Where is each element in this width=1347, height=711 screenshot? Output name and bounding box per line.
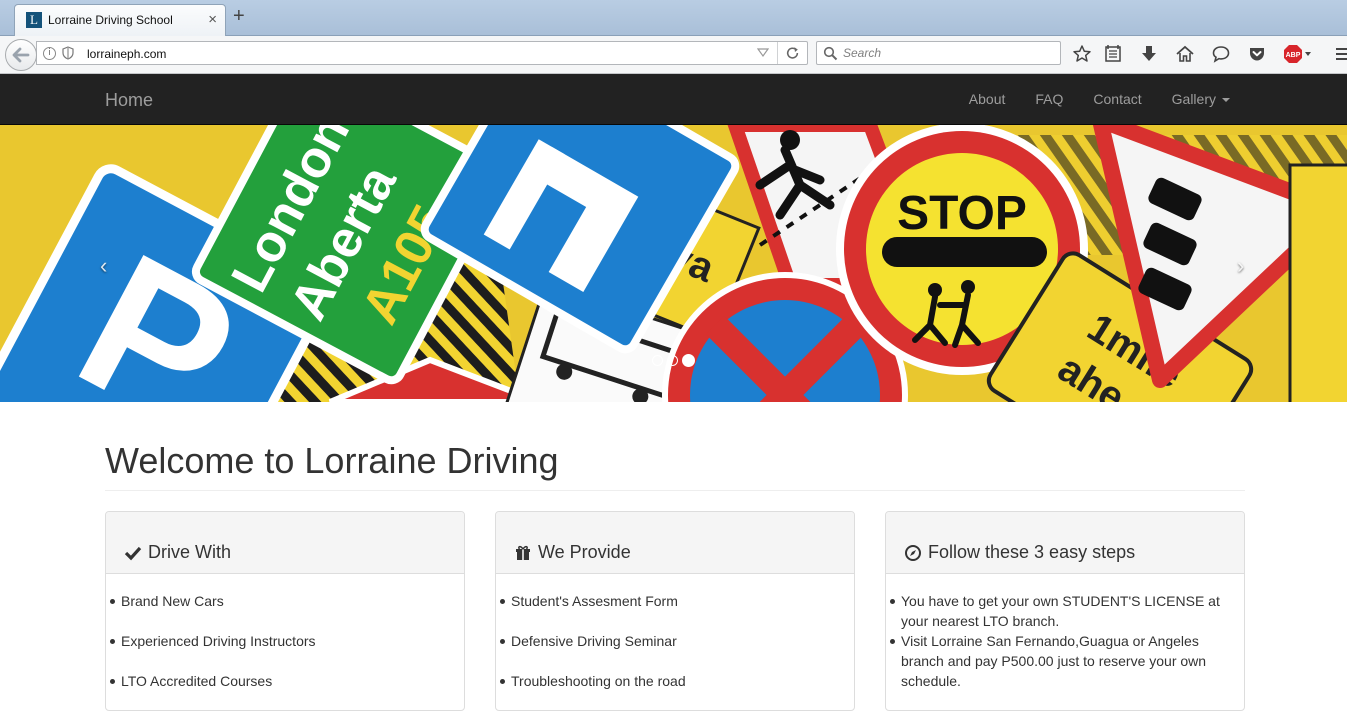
site-info-icon[interactable]: i [43, 47, 56, 60]
url-history-dropdown-icon[interactable] [757, 48, 769, 58]
navbar-links: About FAQ Contact Gallery [954, 74, 1245, 124]
adblock-plus-icon[interactable]: ABP [1283, 44, 1313, 64]
site-navbar: Home About FAQ Contact Gallery [0, 74, 1347, 125]
list-item: You have to get your own STUDENT'S LICEN… [890, 591, 1244, 631]
menu-hamburger-icon[interactable] [1334, 44, 1347, 64]
panel-heading: We Provide [496, 512, 854, 574]
site-favicon-icon: L [26, 12, 42, 28]
navbar-brand-home[interactable]: Home [105, 90, 153, 111]
carousel-indicators [652, 354, 695, 367]
check-icon [124, 546, 142, 560]
carousel-indicator[interactable] [652, 355, 663, 366]
panel-title: We Provide [538, 542, 631, 562]
nav-dropdown-gallery[interactable]: Gallery [1157, 74, 1245, 124]
carousel-next-arrow[interactable]: › [1237, 253, 1244, 279]
panel-heading: Follow these 3 easy steps [886, 512, 1244, 574]
nav-link-contact[interactable]: Contact [1078, 74, 1156, 124]
panel-heading: Drive With [106, 512, 464, 574]
bookmarks-list-icon[interactable] [1103, 44, 1123, 64]
reload-icon[interactable] [777, 42, 808, 64]
back-button[interactable] [5, 39, 37, 71]
nav-dropdown-gallery-label: Gallery [1171, 91, 1216, 107]
list-item: Student's Assesment Form [500, 591, 854, 611]
stop-sign-text: STOP [897, 187, 1027, 240]
panel-drive-with: Drive With Brand New Cars Experienced Dr… [105, 511, 465, 711]
pocket-icon[interactable] [1247, 44, 1267, 64]
shield-icon[interactable] [62, 46, 74, 60]
back-arrow-icon [12, 47, 30, 63]
panel-title: Drive With [148, 542, 232, 562]
home-icon[interactable] [1175, 44, 1195, 64]
nav-link-about[interactable]: About [954, 74, 1021, 124]
nav-link-faq[interactable]: FAQ [1020, 74, 1078, 124]
new-tab-button[interactable]: + [233, 6, 245, 26]
panel-list: Student's Assesment Form Defensive Drivi… [496, 574, 854, 691]
carousel-indicator-active[interactable] [682, 354, 695, 367]
address-bar[interactable]: i lorraineph.com [36, 41, 808, 65]
panel-list: Brand New Cars Experienced Driving Instr… [106, 574, 464, 691]
panel-title: Follow these 3 easy steps [928, 542, 1136, 562]
list-item: Defensive Driving Seminar [500, 631, 854, 651]
browser-tab-strip: L Lorraine Driving School × + [0, 0, 1347, 36]
list-item: Experienced Driving Instructors [110, 631, 464, 651]
panel-list: You have to get your own STUDENT'S LICEN… [886, 574, 1244, 691]
list-item: Brand New Cars [110, 591, 464, 611]
chat-icon[interactable] [1211, 44, 1231, 64]
close-tab-icon[interactable]: × [208, 11, 217, 28]
browser-tab[interactable]: L Lorraine Driving School × [14, 4, 226, 36]
search-icon [823, 46, 838, 61]
url-text[interactable]: lorraineph.com [87, 47, 166, 61]
panel-we-provide: We Provide Student's Assesment Form Defe… [495, 511, 855, 711]
browser-toolbar: i lorraineph.com Search ABP [0, 36, 1347, 74]
browser-search-bar[interactable] [816, 41, 1061, 65]
gift-icon [516, 545, 530, 560]
list-item: Visit Lorraine San Fernando,Guagua or An… [890, 631, 1244, 691]
page-title: Welcome to Lorraine Driving [105, 440, 559, 481]
list-item: LTO Accredited Courses [110, 671, 464, 691]
carousel-indicator[interactable] [667, 355, 678, 366]
list-item: Troubleshooting on the road [500, 671, 854, 691]
bookmark-star-icon[interactable] [1072, 44, 1092, 64]
search-input[interactable] [841, 44, 1051, 62]
adblock-badge-label: ABP [1286, 52, 1301, 59]
compass-icon [905, 544, 921, 561]
page-header: Welcome to Lorraine Driving [105, 440, 1245, 491]
downloads-icon[interactable] [1139, 44, 1159, 64]
tab-title: Lorraine Driving School [48, 13, 173, 27]
hero-carousel: ya P London Aberta A105 STOP 1mile ahe ‹… [0, 125, 1347, 402]
carousel-prev-arrow[interactable]: ‹ [100, 253, 107, 279]
caret-down-icon [1222, 98, 1230, 103]
panel-easy-steps: Follow these 3 easy steps You have to ge… [885, 511, 1245, 711]
